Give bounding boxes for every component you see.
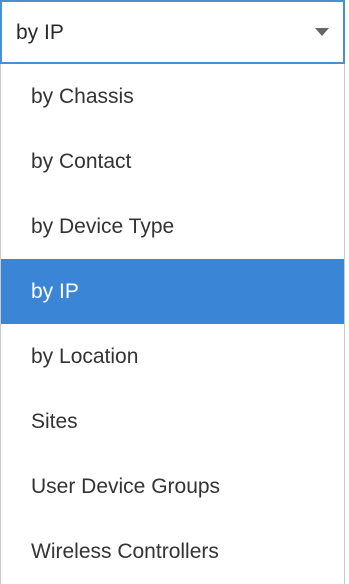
option-by-device-type[interactable]: by Device Type — [1, 194, 344, 259]
option-wireless-controllers[interactable]: Wireless Controllers — [1, 519, 344, 584]
option-by-contact[interactable]: by Contact — [1, 129, 344, 194]
option-sites[interactable]: Sites — [1, 389, 344, 454]
option-by-chassis[interactable]: by Chassis — [1, 64, 344, 129]
option-by-location[interactable]: by Location — [1, 324, 344, 389]
select-current-value: by IP — [16, 21, 64, 44]
option-user-device-groups[interactable]: User Device Groups — [1, 454, 344, 519]
group-by-select[interactable]: by IP — [0, 0, 345, 64]
group-by-dropdown: by IP by Chassis by Contact by Device Ty… — [0, 0, 349, 584]
dropdown-option-list: by Chassis by Contact by Device Type by … — [0, 64, 345, 584]
option-by-ip[interactable]: by IP — [1, 259, 344, 324]
chevron-down-icon[interactable] — [315, 28, 329, 36]
